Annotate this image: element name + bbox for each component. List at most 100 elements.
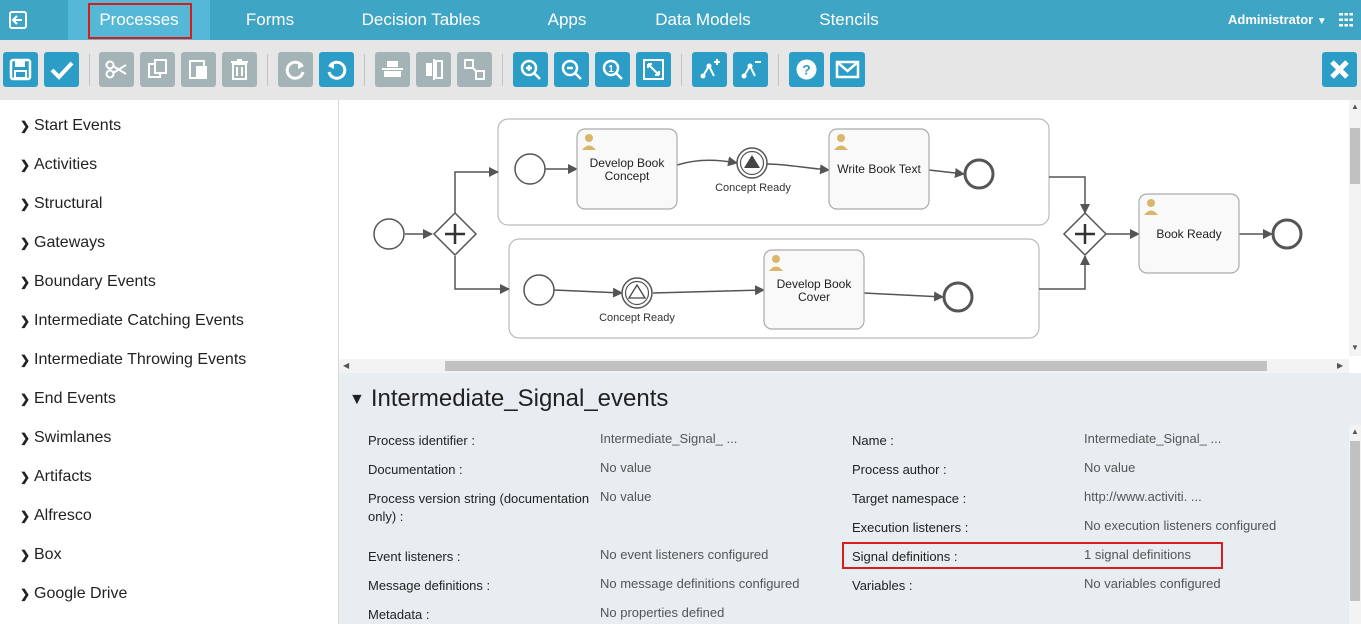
tab-apps[interactable]: Apps [522,0,612,40]
back-icon[interactable] [8,10,28,30]
palette-group-swimlanes[interactable]: ❯ Swimlanes [20,429,111,447]
property-label[interactable]: Execution listeners : [852,519,968,537]
undo-button[interactable] [319,52,354,87]
apps-grid-icon[interactable] [1339,13,1353,27]
zoom-fit-icon [643,59,664,80]
palette-group-label: Artifacts [34,468,92,485]
property-label[interactable]: Process version string (documentation [368,490,589,508]
palette-group-structural[interactable]: ❯ Structural [20,195,102,213]
property-label[interactable]: Documentation : [368,461,463,479]
chevron-right-icon: ❯ [20,158,31,172]
tab-forms[interactable]: Forms [218,0,322,40]
end-event[interactable] [963,158,995,190]
palette-group-start-events[interactable]: ❯ Start Events [20,117,121,135]
property-label[interactable]: only) : [368,508,403,526]
sequence-flow[interactable] [1039,255,1090,290]
palette-group-google-drive[interactable]: ❯ Google Drive [20,585,127,603]
property-value[interactable]: Intermediate_Signal_ ... [1084,430,1221,448]
zoom-out-button[interactable] [554,52,589,87]
paste-button[interactable] [181,52,216,87]
canvas-vertical-scrollbar[interactable]: ▲ ▼ [1349,100,1361,356]
tab-decision-tables[interactable]: Decision Tables [346,0,496,40]
close-icon [1330,60,1349,79]
property-value[interactable]: No execution listeners configured [1084,517,1276,535]
palette-group-box[interactable]: ❯ Box [20,546,62,564]
palette-group-artifacts[interactable]: ❯ Artifacts [20,468,92,486]
delete-button[interactable] [222,52,257,87]
tab-data-models[interactable]: Data Models [638,0,768,40]
start-event[interactable] [373,218,405,250]
palette-group-intermediate-throwing-events[interactable]: ❯ Intermediate Throwing Events [20,351,246,369]
feedback-button[interactable] [830,52,865,87]
end-event[interactable] [1271,218,1303,250]
sequence-flow[interactable] [454,256,510,294]
user-menu[interactable]: Administrator ▼ [1228,12,1327,27]
help-button[interactable]: ? [789,52,824,87]
palette-group-alfresco[interactable]: ❯ Alfresco [20,507,92,525]
palette-group-intermediate-catching-events[interactable]: ❯ Intermediate Catching Events [20,312,244,330]
validate-button[interactable] [44,52,79,87]
properties-title[interactable]: ▼ Intermediate_Signal_events [349,385,668,413]
scroll-up-arrow-icon[interactable]: ▲ [1351,427,1359,436]
property-label[interactable]: Variables : [852,577,912,595]
zoom-actual-button[interactable]: 1 [595,52,630,87]
start-event[interactable] [514,153,546,185]
parallel-gateway[interactable] [432,211,478,257]
cut-button[interactable] [99,52,134,87]
property-label[interactable]: Process author : [852,461,947,479]
property-label[interactable]: Name : [852,432,894,450]
user-task-develop-book-concept[interactable]: Develop Book Concept [576,128,678,210]
property-value[interactable]: Intermediate_Signal_ ... [600,430,737,448]
sequence-flow[interactable] [1049,176,1090,214]
end-event[interactable] [942,281,974,313]
scroll-down-arrow-icon[interactable]: ▼ [1351,343,1359,352]
signal-catch-event[interactable] [621,277,653,309]
zoom-fit-button[interactable] [636,52,671,87]
scroll-left-arrow-icon[interactable]: ◀ [343,361,349,370]
bend-remove-button[interactable] [733,52,768,87]
diagram-canvas[interactable]: Concept Ready Concept Ready Develop Book… [339,100,1349,360]
property-label[interactable]: Message definitions : [368,577,490,595]
property-label[interactable]: Metadata : [368,606,429,624]
property-value[interactable]: No properties defined [600,604,724,622]
property-value[interactable]: No message definitions configured [600,575,799,593]
palette-group-boundary-events[interactable]: ❯ Boundary Events [20,273,156,291]
tab-stencils[interactable]: Stencils [800,0,898,40]
scrollbar-thumb[interactable] [1350,441,1360,601]
task-label: Book Ready [1156,227,1221,241]
signal-throw-event[interactable] [736,147,768,179]
property-value[interactable]: No value [600,488,651,506]
copy-button[interactable] [140,52,175,87]
canvas-horizontal-scrollbar[interactable]: ◀ ▶ [339,359,1349,373]
property-label[interactable]: Event listeners : [368,548,461,566]
user-task-develop-book-cover[interactable]: Develop Book Cover [763,249,865,330]
scrollbar-thumb[interactable] [1350,128,1360,184]
scroll-right-arrow-icon[interactable]: ▶ [1337,361,1343,370]
properties-scrollbar[interactable]: ▲ [1349,425,1361,624]
start-event[interactable] [523,274,555,306]
sequence-flow[interactable] [454,167,499,214]
align-horizontal-button[interactable] [375,52,410,87]
zoom-in-button[interactable] [513,52,548,87]
align-vertical-button[interactable] [416,52,451,87]
property-label[interactable]: Process identifier : [368,432,475,450]
save-button[interactable] [3,52,38,87]
user-task-book-ready[interactable]: Book Ready [1138,193,1240,274]
close-editor-button[interactable] [1322,52,1357,87]
parallel-gateway[interactable] [1062,211,1108,257]
palette-group-activities[interactable]: ❯ Activities [20,156,97,174]
property-value[interactable]: http://www.activiti. ... [1084,488,1202,506]
property-value[interactable]: No variables configured [1084,575,1221,593]
property-label[interactable]: Target namespace : [852,490,966,508]
redo-button[interactable] [278,52,313,87]
bend-add-button[interactable] [692,52,727,87]
property-value[interactable]: No value [1084,459,1135,477]
palette-group-end-events[interactable]: ❯ End Events [20,390,116,408]
palette-group-gateways[interactable]: ❯ Gateways [20,234,105,252]
scroll-up-arrow-icon[interactable]: ▲ [1351,102,1359,111]
scrollbar-thumb[interactable] [445,361,1267,371]
user-task-write-book-text[interactable]: Write Book Text [828,128,930,210]
same-size-button[interactable] [457,52,492,87]
property-value[interactable]: No value [600,459,651,477]
property-value[interactable]: No event listeners configured [600,546,768,564]
